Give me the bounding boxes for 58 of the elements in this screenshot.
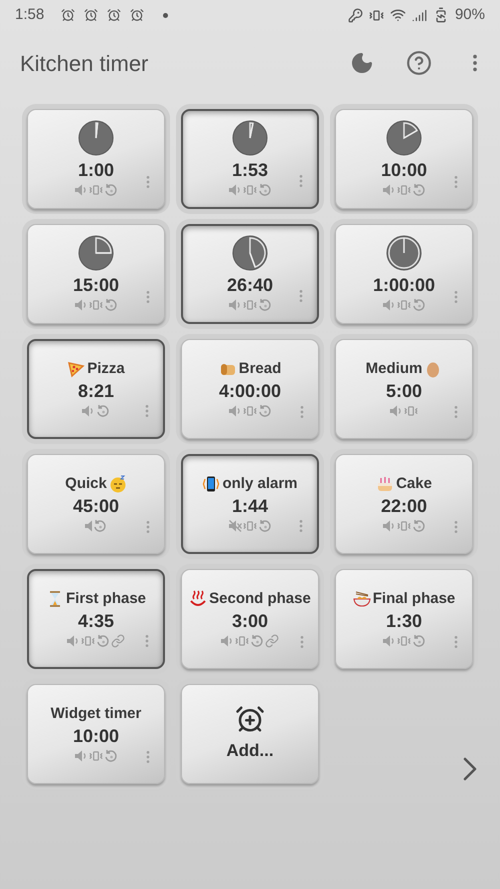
timer-time: 10:00 bbox=[72, 725, 120, 748]
dot-icon bbox=[163, 12, 168, 18]
alarm-icon bbox=[61, 8, 76, 22]
timer-tile[interactable]: 1:53 bbox=[181, 109, 319, 209]
timer-time: 1:44 bbox=[232, 495, 268, 518]
timer-time: 22:00 bbox=[380, 495, 428, 518]
battery-level: 90% bbox=[454, 4, 485, 25]
alarm-icon bbox=[107, 8, 122, 22]
alarm-icon bbox=[84, 8, 98, 22]
timer-time: 1:00 bbox=[78, 159, 114, 182]
timer-label: Medium bbox=[366, 359, 422, 379]
timer-label: only alarm bbox=[222, 474, 298, 494]
vibrate-icon bbox=[368, 8, 384, 22]
key-icon bbox=[348, 8, 363, 22]
timer-tile[interactable]: 26:40 bbox=[181, 224, 319, 324]
timer-tile[interactable]: 10:00 bbox=[335, 109, 473, 209]
help-icon[interactable] bbox=[406, 50, 432, 76]
wifi-icon bbox=[390, 7, 406, 23]
timer-time: 4:35 bbox=[78, 610, 114, 633]
alarm-icon bbox=[130, 8, 144, 22]
timer-time: 5:00 bbox=[386, 380, 422, 403]
timer-time: 26:40 bbox=[226, 274, 274, 297]
timer-tile[interactable]: 1:00 bbox=[27, 109, 165, 209]
timer-label: Quick bbox=[65, 474, 107, 494]
timer-tile[interactable]: Quick 45:00 bbox=[27, 454, 165, 554]
timer-time: 1:00:00 bbox=[372, 274, 436, 297]
timer-label: Pizza bbox=[87, 359, 125, 379]
timer-label: Cake bbox=[396, 474, 432, 494]
timer-tile[interactable]: 15:00 bbox=[27, 224, 165, 324]
timer-label: Widget timer bbox=[50, 704, 142, 724]
timer-tile[interactable]: 1:00:00 bbox=[335, 224, 473, 324]
app-title: Kitchen timer bbox=[20, 50, 148, 78]
timer-tile[interactable]: Widget timer 10:00 bbox=[27, 684, 165, 784]
timer-time: 4:00:00 bbox=[218, 380, 282, 403]
timer-label: Bread bbox=[238, 359, 282, 379]
add-timer-button[interactable]: Add... bbox=[181, 684, 319, 784]
timer-tile[interactable]: only alarm 1:44 bbox=[181, 454, 319, 554]
status-time: 1:58 bbox=[15, 4, 44, 25]
timer-time: 10:00 bbox=[380, 159, 428, 182]
timer-tile[interactable]: Second phase 3:00 bbox=[181, 569, 319, 669]
timer-tile[interactable]: Pizza 8:21 bbox=[27, 339, 165, 439]
timer-label: Final phase bbox=[372, 589, 456, 609]
timer-label: First phase bbox=[66, 589, 146, 609]
timer-tile[interactable]: Bread 4:00:00 bbox=[181, 339, 319, 439]
timer-time: 3:00 bbox=[232, 610, 268, 633]
timer-time: 8:21 bbox=[78, 380, 114, 403]
timer-time: 45:00 bbox=[72, 495, 120, 518]
timer-time: 1:53 bbox=[232, 159, 268, 182]
timer-label: Second phase bbox=[209, 589, 311, 609]
timer-tile[interactable]: Cake 22:00 bbox=[335, 454, 473, 554]
timer-time: 1:30 bbox=[386, 610, 422, 633]
timer-time: 15:00 bbox=[72, 274, 120, 297]
signal-icon bbox=[412, 8, 427, 22]
night-mode-icon[interactable] bbox=[350, 51, 374, 75]
timer-tile[interactable]: Final phase 1:30 bbox=[335, 569, 473, 669]
timer-tile[interactable]: Medium 5:00 bbox=[335, 339, 473, 439]
timer-tile[interactable]: First phase 4:35 bbox=[27, 569, 165, 669]
alarm-add-icon bbox=[235, 704, 265, 734]
